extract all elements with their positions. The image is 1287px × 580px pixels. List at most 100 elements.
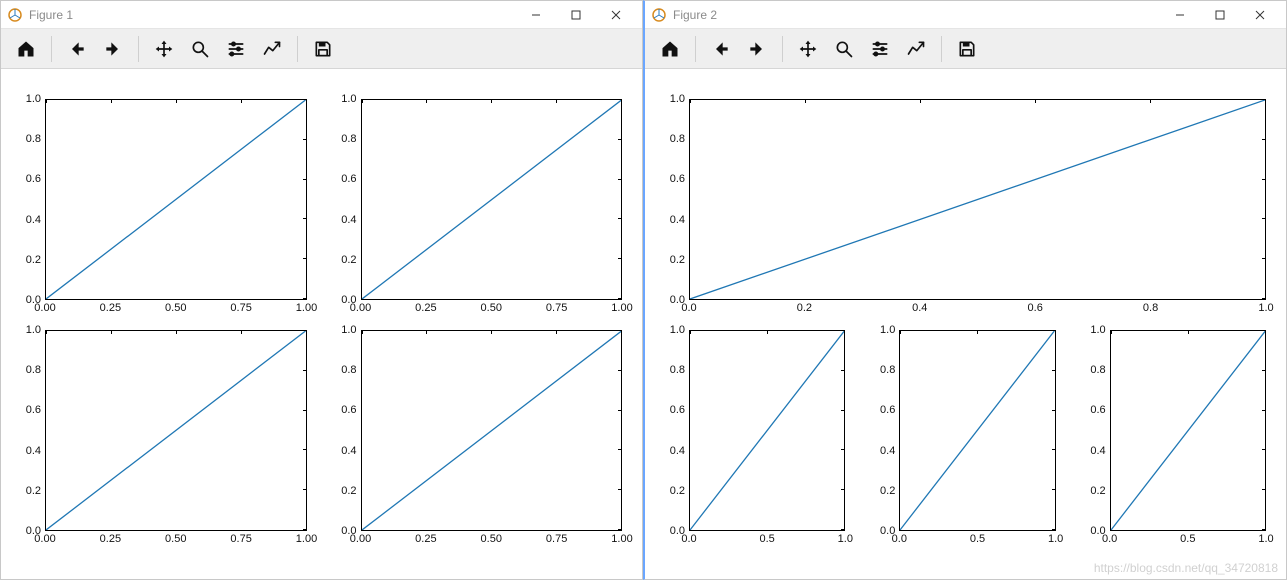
x-tick-label: 1.0 — [838, 533, 853, 545]
zoom-button[interactable] — [183, 33, 217, 65]
x-tick-label: 0.75 — [230, 533, 251, 545]
y-tick-label: 0.6 — [341, 173, 356, 185]
window-title: Figure 2 — [673, 8, 717, 22]
data-line — [46, 100, 306, 299]
back-button[interactable] — [704, 33, 738, 65]
minimize-button[interactable] — [1160, 1, 1200, 29]
toolbar-separator — [138, 36, 139, 62]
y-tick-label: 1.0 — [341, 324, 356, 336]
x-tick-label: 0.50 — [165, 533, 186, 545]
y-tick-label: 0.2 — [341, 254, 356, 266]
y-tick-label: 0.2 — [341, 485, 356, 497]
x-tick-label: 0.75 — [230, 302, 251, 314]
axes — [45, 330, 307, 531]
configure-subplots-button[interactable] — [219, 33, 253, 65]
y-axis: 0.00.20.40.60.81.0 — [867, 330, 899, 549]
subplot: 0.00.20.40.60.81.00.00.51.0 — [867, 330, 1055, 549]
zoom-button[interactable] — [827, 33, 861, 65]
y-tick-label: 1.0 — [26, 93, 41, 105]
x-tick-label: 0.25 — [415, 302, 436, 314]
maximize-button[interactable] — [556, 1, 596, 29]
x-tick-label: 0.50 — [165, 302, 186, 314]
x-tick-label: 1.00 — [611, 302, 632, 314]
x-tick-label: 0.25 — [415, 533, 436, 545]
y-tick-label: 0.4 — [670, 445, 685, 457]
subplot: 0.00.20.40.60.81.00.00.20.40.60.81.0 — [657, 99, 1266, 318]
y-axis: 0.00.20.40.60.81.0 — [329, 99, 361, 318]
x-axis: 0.000.250.500.751.00 — [361, 531, 623, 549]
y-tick-label: 0.6 — [1090, 404, 1105, 416]
home-button[interactable] — [653, 33, 687, 65]
x-tick-label: 0.0 — [681, 302, 696, 314]
toolbar-separator — [695, 36, 696, 62]
pan-button[interactable] — [791, 33, 825, 65]
x-tick-label: 0.0 — [892, 533, 907, 545]
x-tick-label: 0.5 — [970, 533, 985, 545]
figure-canvas[interactable]: 0.00.20.40.60.81.00.000.250.500.751.00 0… — [1, 69, 642, 579]
y-tick-label: 0.4 — [26, 445, 41, 457]
y-axis: 0.00.20.40.60.81.0 — [657, 99, 689, 318]
toolbar-separator — [941, 36, 942, 62]
y-tick-label: 0.4 — [341, 214, 356, 226]
save-button[interactable] — [306, 33, 340, 65]
axes — [899, 330, 1055, 531]
axes — [361, 99, 623, 300]
forward-button[interactable] — [740, 33, 774, 65]
y-axis: 0.00.20.40.60.81.0 — [657, 330, 689, 549]
back-button[interactable] — [60, 33, 94, 65]
save-button[interactable] — [950, 33, 984, 65]
desktop: Figure 1 — [0, 0, 1287, 580]
titlebar[interactable]: Figure 1 — [1, 1, 642, 29]
subplot: 0.00.20.40.60.81.00.00.51.0 — [1078, 330, 1266, 549]
y-tick-label: 0.4 — [1090, 445, 1105, 457]
toolbar-separator — [297, 36, 298, 62]
x-tick-label: 0.00 — [350, 533, 371, 545]
axes — [45, 99, 307, 300]
data-line — [362, 100, 622, 299]
y-tick-label: 0.2 — [26, 254, 41, 266]
forward-button[interactable] — [96, 33, 130, 65]
y-tick-label: 0.2 — [1090, 485, 1105, 497]
y-tick-label: 0.8 — [26, 364, 41, 376]
x-tick-label: 1.0 — [1258, 533, 1273, 545]
pan-button[interactable] — [147, 33, 181, 65]
edit-axis-button[interactable] — [255, 33, 289, 65]
close-button[interactable] — [1240, 1, 1280, 29]
close-button[interactable] — [596, 1, 636, 29]
minimize-button[interactable] — [516, 1, 556, 29]
x-axis: 0.00.51.0 — [899, 531, 1055, 549]
y-tick-label: 0.4 — [341, 445, 356, 457]
y-tick-label: 0.6 — [341, 404, 356, 416]
home-button[interactable] — [9, 33, 43, 65]
x-tick-label: 0.0 — [681, 533, 696, 545]
x-tick-label: 1.0 — [1048, 533, 1063, 545]
y-tick-label: 0.2 — [670, 254, 685, 266]
x-tick-label: 0.25 — [100, 533, 121, 545]
x-axis: 0.000.250.500.751.00 — [45, 300, 307, 318]
x-tick-label: 1.00 — [611, 533, 632, 545]
y-tick-label: 0.4 — [26, 214, 41, 226]
matplotlib-icon — [651, 7, 667, 23]
y-tick-label: 0.4 — [880, 445, 895, 457]
y-tick-label: 1.0 — [26, 324, 41, 336]
maximize-button[interactable] — [1200, 1, 1240, 29]
subplot: 0.00.20.40.60.81.00.000.250.500.751.00 — [13, 330, 307, 549]
configure-subplots-button[interactable] — [863, 33, 897, 65]
y-tick-label: 0.8 — [26, 133, 41, 145]
figure-canvas[interactable]: 0.00.20.40.60.81.00.00.20.40.60.81.0 0.0… — [645, 69, 1286, 579]
titlebar[interactable]: Figure 2 — [645, 1, 1286, 29]
x-tick-label: 0.25 — [100, 302, 121, 314]
x-axis: 0.000.250.500.751.00 — [361, 300, 623, 318]
x-tick-label: 0.75 — [546, 302, 567, 314]
y-axis: 0.00.20.40.60.81.0 — [329, 330, 361, 549]
y-tick-label: 0.2 — [26, 485, 41, 497]
x-axis: 0.00.20.40.60.81.0 — [689, 300, 1266, 318]
toolbar — [1, 29, 642, 69]
y-tick-label: 1.0 — [670, 324, 685, 336]
y-tick-label: 0.8 — [880, 364, 895, 376]
axes — [689, 330, 845, 531]
x-tick-label: 0.00 — [34, 302, 55, 314]
edit-axis-button[interactable] — [899, 33, 933, 65]
subplot: 0.00.20.40.60.81.00.000.250.500.751.00 — [329, 330, 623, 549]
data-line — [1111, 331, 1265, 530]
